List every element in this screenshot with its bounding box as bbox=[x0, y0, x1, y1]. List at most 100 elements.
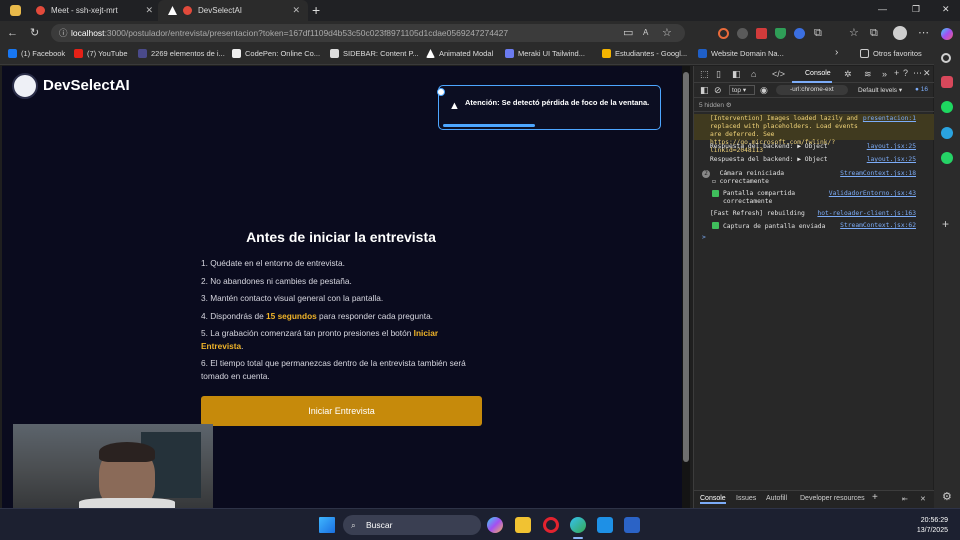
active-app-indicator bbox=[573, 537, 583, 539]
drawer-tab-console[interactable]: Console bbox=[700, 495, 726, 504]
sidebar-toggle-icon[interactable]: ◧ bbox=[732, 69, 741, 80]
bookmarks-overflow-icon[interactable]: › bbox=[835, 47, 838, 58]
bookmark-animated-modal[interactable]: Animated Modal bbox=[426, 49, 493, 58]
shield-icon[interactable] bbox=[775, 28, 786, 39]
close-devtools-icon[interactable]: ✕ bbox=[923, 68, 931, 79]
maximize-icon[interactable]: ❐ bbox=[912, 4, 920, 15]
more-menu-icon[interactable]: ⋯ bbox=[918, 26, 929, 40]
edge-icon[interactable] bbox=[570, 517, 586, 533]
page-scrollbar[interactable] bbox=[682, 66, 690, 508]
extensions-icon[interactable]: ⧉ bbox=[814, 26, 822, 40]
clear-console-icon[interactable]: ⊘ bbox=[714, 85, 722, 96]
home-icon[interactable]: ⌂ bbox=[751, 69, 756, 79]
close-tab-icon[interactable]: ✕ bbox=[145, 5, 153, 16]
favorites-icon[interactable]: ☆ bbox=[849, 26, 859, 40]
bookmark-otros[interactable]: Otros favoritos bbox=[860, 49, 922, 58]
sidebar-toggle-icon[interactable]: ◧ bbox=[700, 85, 709, 96]
inspect-icon[interactable]: ⬚ bbox=[700, 69, 709, 80]
bookmark-codepen[interactable]: CodePen: Online Co... bbox=[232, 49, 320, 58]
add-sidebar-app-icon[interactable]: + bbox=[942, 217, 949, 231]
context-select[interactable]: top ▾ bbox=[729, 85, 755, 95]
search-icon[interactable] bbox=[941, 53, 951, 63]
focus-loss-alert: ▲ Atención: Se detectó pérdida de foco d… bbox=[437, 85, 661, 130]
close-drawer-icon[interactable]: ✕ bbox=[920, 495, 926, 503]
collections-icon[interactable]: ⧉ bbox=[870, 26, 878, 40]
issues-badge[interactable]: ● 16 bbox=[915, 86, 928, 93]
extension-icon[interactable] bbox=[756, 28, 767, 39]
log-source-link[interactable]: presentacion:1 bbox=[863, 115, 916, 123]
help-icon[interactable]: ? bbox=[903, 68, 908, 78]
log-source-link[interactable]: StreamContext.jsx:62 bbox=[840, 222, 916, 230]
bookmark-sidebar[interactable]: SIDEBAR: Content P... bbox=[330, 49, 419, 58]
log-source-link[interactable]: layout.jsx:25 bbox=[867, 156, 916, 164]
log-levels-select[interactable]: Default levels ▾ bbox=[858, 86, 902, 94]
copilot-icon[interactable] bbox=[941, 28, 953, 40]
file-explorer-icon[interactable] bbox=[515, 517, 531, 533]
more-icon[interactable]: ⋯ bbox=[913, 68, 922, 79]
extension-icon[interactable] bbox=[794, 28, 805, 39]
devtools-tabbar: ⬚ ▯ ◧ ⌂ </> Console ✲ ≋ » + ? ⋯ ✕ bbox=[694, 66, 934, 83]
telegram-icon[interactable] bbox=[941, 127, 953, 139]
console-log-row: 2 ▭ Cámara reiniciada correctamente Stre… bbox=[694, 170, 934, 188]
log-source-link[interactable]: layout.jsx:25 bbox=[867, 143, 916, 151]
dock-icon[interactable]: ⇤ bbox=[902, 495, 908, 503]
close-tab-icon[interactable]: ✕ bbox=[292, 5, 300, 16]
console-filter-input[interactable]: -url:chrome-ext bbox=[776, 85, 848, 95]
settings-icon[interactable]: ⚙ bbox=[726, 102, 732, 109]
vscode-icon[interactable] bbox=[597, 517, 613, 533]
copilot-icon[interactable] bbox=[487, 517, 503, 533]
back-icon[interactable]: ← bbox=[7, 26, 18, 40]
reload-icon[interactable]: ↻ bbox=[30, 26, 39, 40]
debug-icon[interactable]: ✲ bbox=[844, 69, 852, 80]
bookmark-facebook[interactable]: (1) Facebook bbox=[8, 49, 65, 58]
extension-icon[interactable] bbox=[737, 28, 748, 39]
tab-meet[interactable]: Meet - ssh-xejt-mrt ✕ bbox=[26, 0, 161, 21]
windows-start-icon[interactable] bbox=[319, 517, 335, 533]
sidebar-settings-icon[interactable]: ⚙ bbox=[942, 490, 952, 503]
log-source-link[interactable]: hot-reloader-client.js:163 bbox=[817, 210, 916, 218]
app-icon[interactable] bbox=[941, 76, 953, 88]
avatar[interactable] bbox=[893, 26, 907, 40]
taskbar-search[interactable]: ⌕ Buscar bbox=[343, 515, 481, 535]
bookmark-domain[interactable]: Website Domain Na... bbox=[698, 49, 784, 58]
bookmark-elementos[interactable]: 2269 elementos de i... bbox=[138, 49, 225, 58]
tab-devselectai[interactable]: DevSelectAI ✕ bbox=[158, 0, 308, 21]
bookmark-youtube[interactable]: (7) YouTube bbox=[74, 49, 128, 58]
drawer-tab-issues[interactable]: Issues bbox=[736, 495, 756, 502]
minimize-icon[interactable]: — bbox=[878, 4, 887, 14]
system-clock[interactable]: 20:56:29 13/7/2025 bbox=[904, 516, 948, 536]
console-log-row: Captura de pantalla enviada StreamContex… bbox=[694, 222, 934, 234]
browser-menu-icon[interactable] bbox=[10, 5, 21, 16]
extension-icon[interactable] bbox=[718, 28, 729, 39]
hidden-count: 5 hidden ⚙ bbox=[694, 98, 934, 112]
add-tab-icon[interactable]: + bbox=[894, 68, 899, 78]
bookmark-meraki[interactable]: Meraki UI Tailwind... bbox=[505, 49, 585, 58]
add-drawer-tab-icon[interactable]: + bbox=[872, 492, 878, 503]
whatsapp-icon[interactable] bbox=[941, 152, 953, 164]
eye-icon[interactable]: ◉ bbox=[760, 85, 768, 96]
bookmark-estudiantes[interactable]: Estudiantes - Googl... bbox=[602, 49, 687, 58]
spotify-icon[interactable] bbox=[941, 101, 953, 113]
opera-icon[interactable] bbox=[543, 517, 559, 533]
drawer-tab-autofill[interactable]: Autofill bbox=[766, 495, 787, 502]
site-info-icon[interactable]: ⓘ bbox=[59, 24, 68, 42]
favorite-star-icon[interactable]: ☆ bbox=[662, 26, 672, 40]
more-tabs-icon[interactable]: » bbox=[882, 69, 887, 79]
tab-console[interactable]: Console bbox=[792, 68, 832, 83]
drawer-tab-developer-resources[interactable]: Developer resources bbox=[800, 495, 865, 502]
log-source-link[interactable]: ValidadorEntorno.jsx:43 bbox=[829, 190, 916, 198]
address-bar[interactable]: ⓘ localhost:3000/postulador/entrevista/p… bbox=[51, 24, 685, 42]
console-prompt[interactable]: > bbox=[694, 234, 934, 246]
start-interview-button[interactable]: Iniciar Entrevista bbox=[201, 396, 482, 426]
scrollbar-thumb[interactable] bbox=[683, 72, 689, 462]
instruction-item: 2. No abandones ni cambies de pestaña. bbox=[201, 276, 352, 286]
close-window-icon[interactable]: ✕ bbox=[942, 4, 950, 15]
elements-icon[interactable]: </> bbox=[772, 69, 785, 79]
word-icon[interactable] bbox=[624, 517, 640, 533]
log-source-link[interactable]: StreamContext.jsx:18 bbox=[840, 170, 916, 178]
device-icon[interactable]: ▯ bbox=[716, 69, 721, 80]
camera-permission-icon[interactable]: ▭ bbox=[623, 26, 633, 40]
new-tab-button[interactable]: + bbox=[312, 2, 320, 18]
read-aloud-icon[interactable]: A bbox=[643, 26, 648, 40]
network-icon[interactable]: ≋ bbox=[864, 69, 872, 80]
